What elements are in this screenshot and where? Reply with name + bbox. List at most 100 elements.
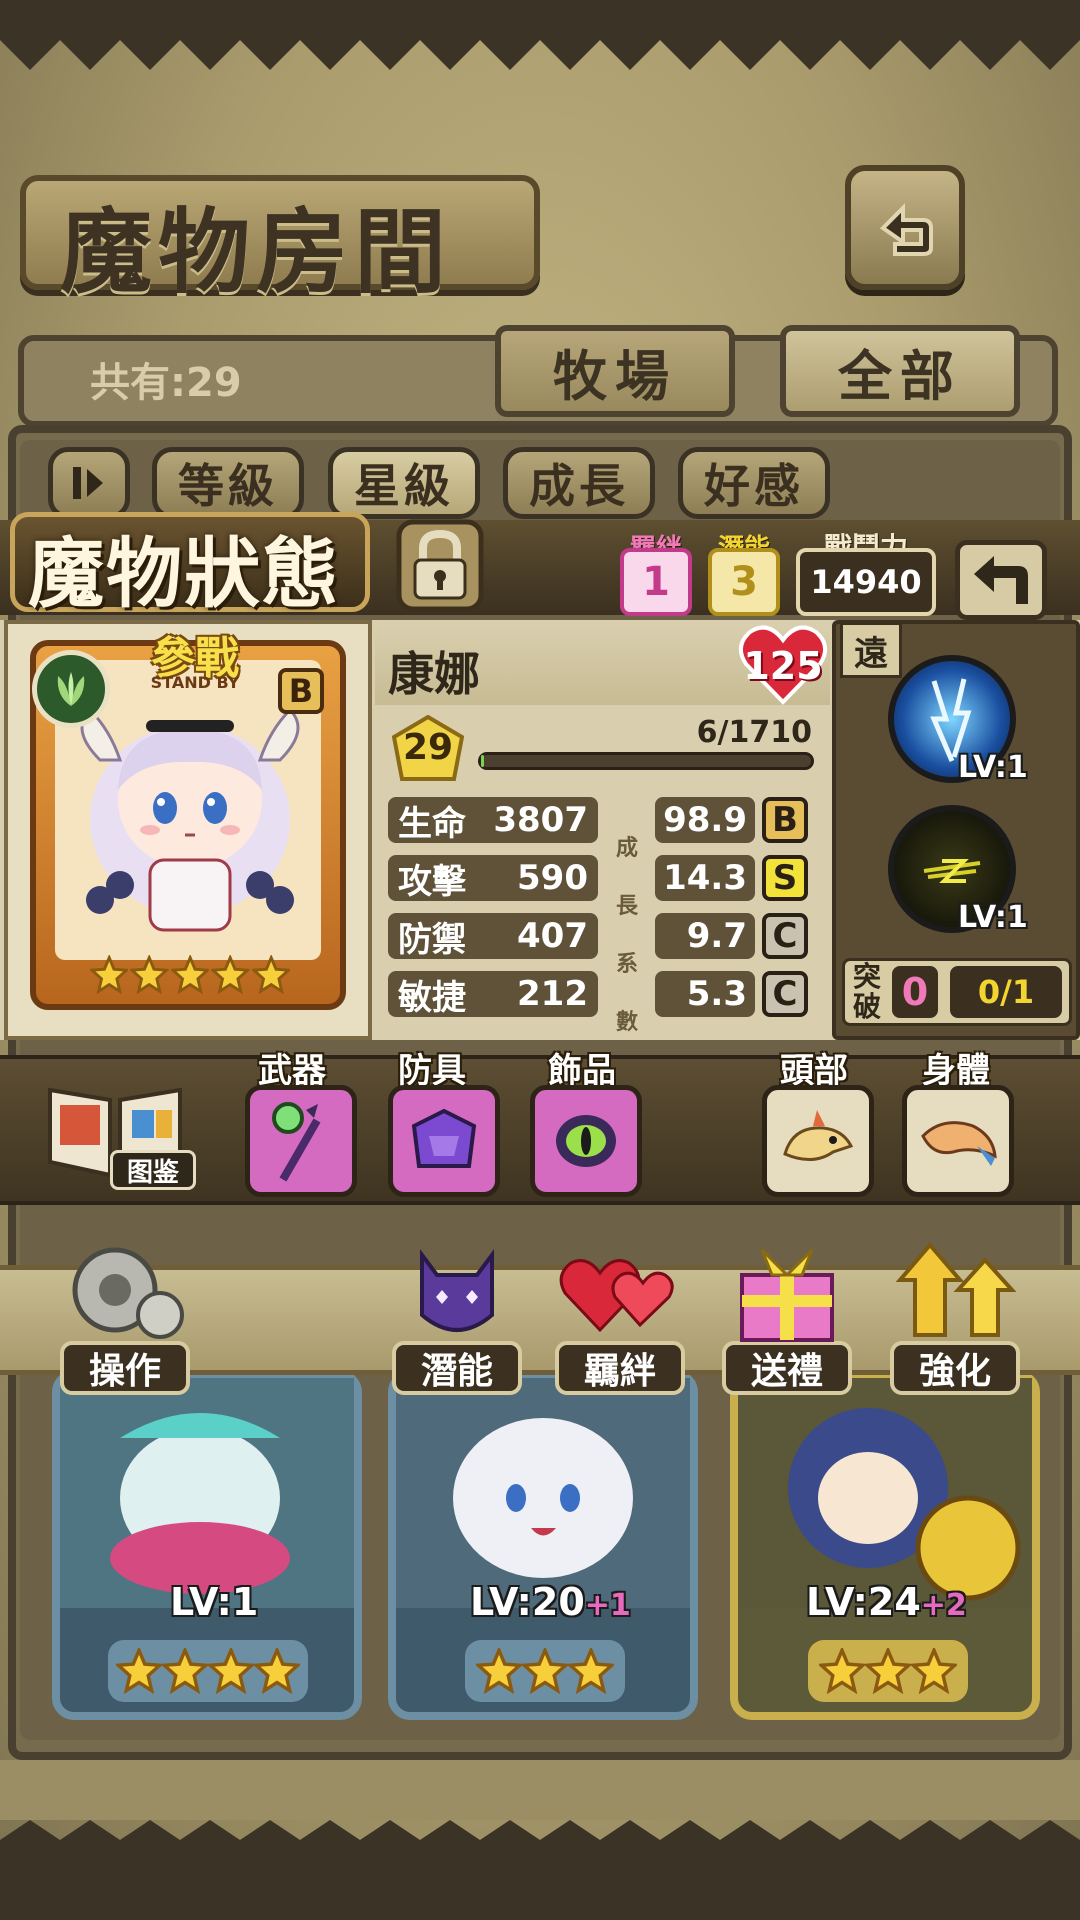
gift-label: 送禮	[722, 1341, 852, 1395]
deploy-sub-label: STAND BY	[150, 673, 240, 692]
weapon-slot[interactable]	[245, 1085, 357, 1197]
growth-value-1: 98.9	[655, 797, 755, 843]
top-zigzag-border	[0, 0, 1080, 70]
enhance-label: 強化	[890, 1341, 1020, 1395]
gear-icon	[72, 1247, 184, 1339]
card-2-stars	[465, 1640, 625, 1702]
card-1-stars	[108, 1640, 308, 1702]
potential-button[interactable]: 潛能	[392, 1235, 522, 1395]
portrait-stars	[89, 945, 291, 1005]
hearts-icon	[559, 1259, 674, 1333]
back-arrow-icon	[974, 556, 1028, 604]
sort-affinity-button[interactable]: 好感	[678, 447, 830, 519]
monster-portrait-3	[738, 1378, 1032, 1608]
gift-icon	[740, 1248, 834, 1342]
star-icon	[170, 955, 210, 995]
growth-char-4: 數	[615, 1010, 638, 1035]
growth-value: 98.9	[663, 800, 747, 840]
lock-icon[interactable]	[395, 518, 485, 613]
dragon-tail-icon	[921, 1121, 997, 1166]
growth-value-2: 14.3	[655, 855, 755, 901]
stat-label: 防禦	[398, 919, 466, 960]
page-title: 魔物房間	[60, 199, 453, 306]
element-badge	[32, 650, 110, 728]
return-button[interactable]	[845, 165, 965, 290]
stat-value: 407	[517, 916, 588, 956]
shadow-demon-icon	[420, 1249, 494, 1332]
sort-star-button[interactable]: 星級	[328, 447, 480, 519]
growth-grade-3: C	[762, 913, 808, 959]
card-2-level-value: LV:20	[470, 1580, 585, 1624]
potential-label-btn: 潛能	[392, 1341, 522, 1395]
growth-grade-2: S	[762, 855, 808, 901]
stat-value: 212	[517, 974, 588, 1014]
operate-label: 操作	[60, 1341, 190, 1395]
stat-row-1: 生命 3807	[388, 797, 598, 844]
book-label: 图鉴	[110, 1150, 196, 1190]
star-icon	[89, 955, 129, 995]
monster-count: 共有:29	[90, 360, 242, 406]
range-badge: 遠	[840, 622, 902, 678]
eye-amulet-icon	[556, 1115, 616, 1167]
enhance-button[interactable]: 強化	[890, 1235, 1020, 1395]
rank-badge: B	[278, 668, 324, 714]
growth-grade-1: B	[762, 797, 808, 843]
stat-label: 攻擊	[398, 861, 466, 902]
card-1-level: LV:1	[170, 1580, 259, 1624]
staff-icon	[272, 1102, 321, 1182]
bond-value: 1	[620, 548, 692, 616]
tab-ranch[interactable]: 牧場	[495, 325, 735, 417]
monster-book-button[interactable]: 图鉴	[40, 1070, 196, 1195]
bond-label-btn: 羈絆	[555, 1341, 685, 1395]
sort-order-button[interactable]	[48, 447, 130, 519]
star-icon	[251, 955, 291, 995]
skill-2-level: LV:1	[958, 900, 1028, 935]
sort-level-button[interactable]: 等級	[152, 447, 304, 519]
armor-slot[interactable]	[388, 1085, 500, 1197]
stat-label: 敏捷	[398, 977, 466, 1018]
tab-all[interactable]: 全部	[780, 325, 1020, 417]
card-3-bonus: +2	[920, 1588, 967, 1623]
stat-value: 3807	[493, 800, 588, 840]
monster-name: 康娜	[388, 647, 480, 701]
breakthrough-progress: 0/1	[950, 966, 1062, 1018]
level-value: 29	[402, 727, 454, 768]
exp-bar-fill	[481, 755, 485, 767]
monster-portrait-2	[396, 1378, 690, 1608]
exp-text: 6/1710	[696, 715, 812, 750]
heart-badge: 125	[738, 624, 828, 706]
leaf-icon	[57, 672, 85, 706]
dragon-head-icon	[783, 1110, 854, 1161]
sort-growth-button[interactable]: 成長	[503, 447, 655, 519]
operate-button[interactable]: 操作	[60, 1235, 190, 1395]
card-2-level: LV:20+1	[470, 1580, 631, 1624]
gift-button[interactable]: 送禮	[722, 1235, 852, 1395]
card-2-bonus: +1	[584, 1588, 631, 1623]
level-badge: 29	[391, 714, 465, 781]
growth-char-2: 長	[615, 894, 638, 919]
return-icon	[879, 202, 933, 256]
accessory-slot[interactable]	[530, 1085, 642, 1197]
growth-vertical-label: 成 長 系 數	[614, 820, 640, 1052]
growth-value-3: 9.7	[655, 913, 755, 959]
bond-button[interactable]: 羈絆	[555, 1235, 685, 1395]
sort-order-icon	[73, 467, 103, 499]
star-icon	[865, 1648, 911, 1694]
status-back-button[interactable]	[955, 540, 1047, 620]
star-icon	[476, 1648, 522, 1694]
star-icon	[254, 1648, 300, 1694]
star-icon	[208, 1648, 254, 1694]
breakthrough-char-2: 破	[852, 990, 881, 1023]
up-arrows-icon	[895, 1241, 1017, 1337]
body-slot[interactable]	[902, 1085, 1014, 1197]
card-3-level-value: LV:24	[806, 1580, 921, 1624]
stat-value: 590	[517, 858, 588, 898]
growth-char-1: 成	[615, 836, 638, 861]
star-icon	[522, 1648, 568, 1694]
star-icon	[130, 955, 169, 995]
bottom-zigzag-border	[0, 1760, 1080, 1920]
growth-value-4: 5.3	[655, 971, 755, 1017]
exp-bar	[478, 752, 814, 770]
head-slot[interactable]	[762, 1085, 874, 1197]
card-3-stars	[808, 1640, 968, 1702]
